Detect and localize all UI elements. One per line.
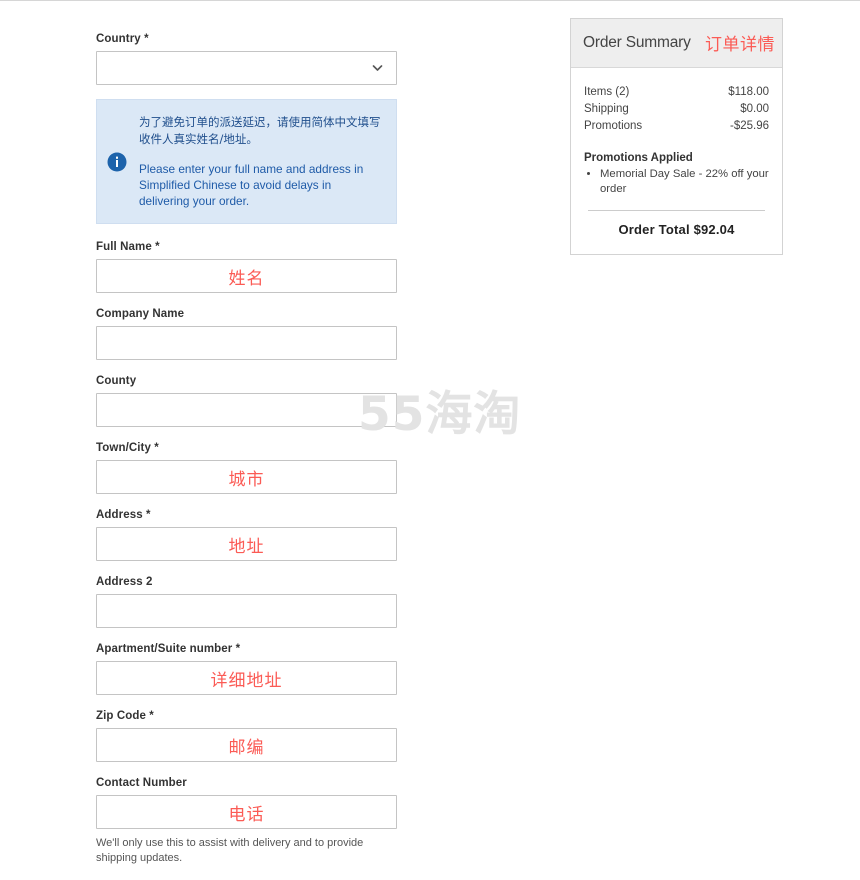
summary-row-items-value: $118.00 — [728, 86, 769, 98]
summary-row-shipping: Shipping $0.00 — [584, 101, 769, 118]
address-2-annotation — [97, 595, 396, 627]
notice-chinese-text: 为了避免订单的派送延迟，请使用简体中文填写收件人真实姓名/地址。 — [139, 115, 381, 146]
summary-row-items-label: Items (2) — [584, 86, 630, 98]
label-town-city: Town/City * — [96, 442, 159, 454]
summary-row-shipping-value: $0.00 — [740, 103, 769, 115]
field-group-company-name: Company Name — [96, 307, 397, 360]
site-watermark: 55海淘 — [358, 387, 522, 442]
apartment-suite-input[interactable]: 详细地址 — [96, 661, 397, 695]
country-annotation — [97, 52, 396, 84]
contact-number-helper-text: We'll only use this to assist with deliv… — [96, 837, 364, 864]
full-name-input[interactable]: 姓名 — [96, 259, 397, 293]
field-group-zip-code: Zip Code * 邮编 — [96, 709, 397, 762]
list-item: Memorial Day Sale - 22% off your order — [600, 167, 769, 197]
label-country: Country * — [96, 33, 149, 45]
field-group-country: Country * — [96, 32, 397, 85]
summary-row-shipping-label: Shipping — [584, 103, 629, 115]
apartment-suite-annotation: 详细地址 — [210, 670, 283, 691]
field-group-town-city: Town/City * 城市 — [96, 441, 397, 494]
order-summary-title: Order Summary — [583, 34, 691, 51]
address-annotation: 地址 — [228, 536, 265, 557]
order-summary-body: Items (2) $118.00 Shipping $0.00 Promoti… — [571, 68, 782, 254]
country-select[interactable] — [96, 51, 397, 85]
field-group-address-2: Address 2 — [96, 575, 397, 628]
address-input[interactable]: 地址 — [96, 527, 397, 561]
contact-number-input[interactable]: 电话 — [96, 795, 397, 829]
company-name-annotation — [97, 327, 396, 359]
address-2-input[interactable] — [96, 594, 397, 628]
field-group-county: County — [96, 374, 397, 427]
label-county: County — [96, 375, 137, 387]
field-group-full-name: Full Name * 姓名 — [96, 240, 397, 293]
simplified-chinese-notice: 为了避免订单的派送延迟，请使用简体中文填写收件人真实姓名/地址。 Please … — [96, 99, 397, 224]
notice-english-text: Please enter your full name and address … — [139, 162, 364, 208]
field-group-contact-number: Contact Number 电话 We'll only use this to… — [96, 776, 397, 866]
zip-code-input[interactable]: 邮编 — [96, 728, 397, 762]
shipping-address-form: Country * 为了避免订单的派送延迟，请使用简体中文填写收件人真实姓名/地… — [96, 32, 397, 880]
promotions-applied-list: Memorial Day Sale - 22% off your order — [584, 167, 769, 197]
label-apartment-suite: Apartment/Suite number * — [96, 643, 241, 655]
county-annotation — [97, 394, 396, 426]
field-group-apartment-suite: Apartment/Suite number * 详细地址 — [96, 642, 397, 695]
label-address-2: Address 2 — [96, 576, 153, 588]
field-group-address: Address * 地址 — [96, 508, 397, 561]
label-address: Address * — [96, 509, 151, 521]
full-name-annotation: 姓名 — [228, 268, 265, 289]
order-summary-panel: Order Summary 订单详情 Items (2) $118.00 Shi… — [570, 18, 783, 255]
promotions-applied-heading: Promotions Applied — [584, 152, 693, 164]
label-full-name: Full Name * — [96, 241, 160, 253]
chevron-down-icon — [371, 62, 384, 75]
summary-row-promotions-label: Promotions — [584, 120, 643, 132]
summary-row-items: Items (2) $118.00 — [584, 84, 769, 101]
summary-row-promotions-value: -$25.96 — [729, 120, 769, 132]
label-company-name: Company Name — [96, 308, 185, 320]
town-city-annotation: 城市 — [228, 469, 265, 490]
notice-text-block: 为了避免订单的派送延迟，请使用简体中文填写收件人真实姓名/地址。 Please … — [139, 114, 382, 209]
summary-row-promotions: Promotions -$25.96 — [584, 118, 769, 135]
order-total: Order Total $92.04 — [618, 222, 735, 237]
label-contact-number: Contact Number — [96, 777, 187, 789]
contact-number-annotation: 电话 — [228, 804, 265, 825]
company-name-input[interactable] — [96, 326, 397, 360]
order-summary-header: Order Summary 订单详情 — [571, 19, 782, 68]
zip-code-annotation: 邮编 — [228, 737, 265, 758]
county-input[interactable] — [96, 393, 397, 427]
label-zip-code: Zip Code * — [96, 710, 154, 722]
info-icon — [107, 152, 127, 172]
town-city-input[interactable]: 城市 — [96, 460, 397, 494]
order-summary-title-chinese: 订单详情 — [705, 35, 775, 55]
